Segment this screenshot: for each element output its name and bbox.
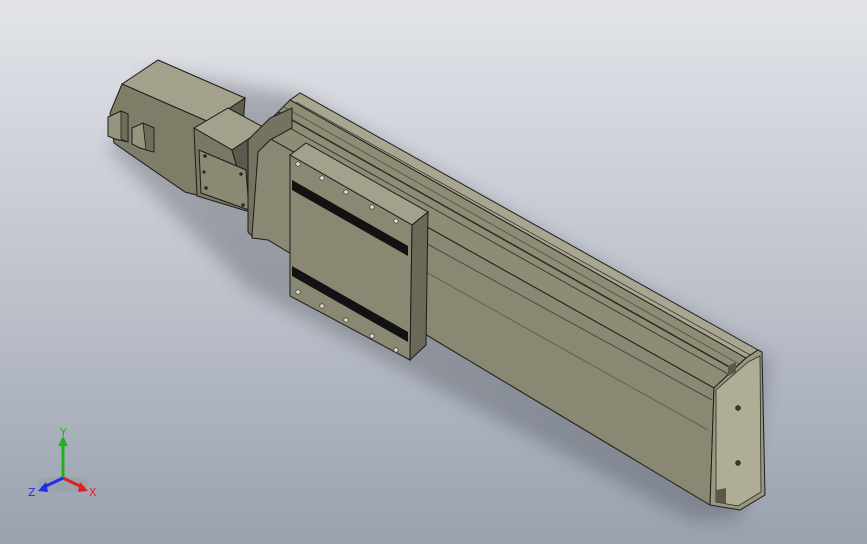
endcap-notch bbox=[716, 488, 726, 504]
carriage-screw bbox=[393, 347, 399, 353]
carriage-screw bbox=[343, 189, 349, 195]
endcap-screw bbox=[735, 405, 741, 411]
endcap-screw bbox=[735, 460, 741, 466]
z-axis-label: Z bbox=[28, 486, 36, 499]
plate-screw bbox=[204, 186, 208, 190]
view-orientation-triad[interactable]: Y X Z bbox=[22, 426, 112, 506]
motor-connector-1-side bbox=[120, 110, 129, 143]
carriage-screw bbox=[369, 333, 375, 339]
carriage-end-face bbox=[409, 210, 429, 362]
carriage-screw bbox=[319, 303, 325, 309]
carriage-screw bbox=[319, 175, 325, 181]
x-axis-label: X bbox=[89, 486, 97, 499]
carriage-screw bbox=[295, 289, 301, 295]
carriage-screw bbox=[393, 218, 399, 224]
plate-screw bbox=[241, 203, 245, 207]
linear-actuator-model[interactable] bbox=[0, 0, 867, 544]
y-axis-label: Y bbox=[59, 426, 67, 439]
carriage-screw bbox=[343, 317, 349, 323]
graphics-viewport[interactable]: Y X Z bbox=[0, 0, 867, 544]
y-axis-arrow bbox=[58, 436, 68, 478]
plate-screw bbox=[203, 154, 207, 158]
plate-screw bbox=[239, 172, 243, 176]
carriage-screw bbox=[369, 204, 375, 210]
carriage-screw bbox=[295, 161, 301, 167]
plate-hole bbox=[202, 170, 206, 174]
